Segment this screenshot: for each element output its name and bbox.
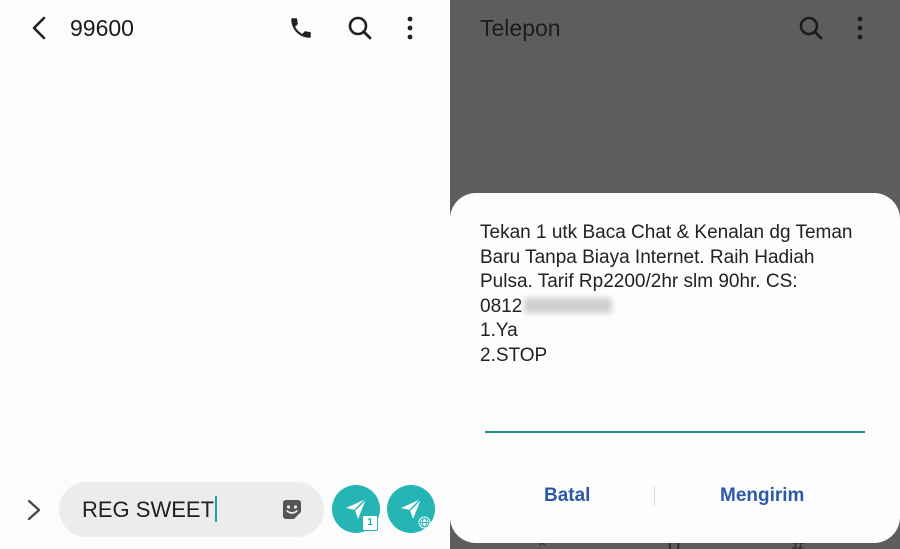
option-stop: 2.STOP	[480, 344, 548, 366]
search-icon[interactable]	[347, 15, 373, 41]
messages-screen: 99600 REG SWEET 1	[0, 0, 450, 549]
ussd-message-line: Baru Tanpa Biaya Internet. Raih Hadiah	[480, 246, 815, 268]
conversation-title: 99600	[70, 15, 134, 41]
globe-badge-icon	[418, 516, 431, 529]
redacted-number	[524, 297, 613, 313]
ussd-message: Tekan 1 utk Baca Chat & Kenalan dg Teman…	[480, 221, 880, 368]
send-chat-button[interactable]	[387, 485, 435, 533]
cs-number: 0812	[480, 295, 523, 317]
cancel-button[interactable]: Batal	[544, 484, 590, 508]
phone-app-title: Telepon	[480, 15, 561, 41]
more-options-icon[interactable]	[848, 15, 872, 41]
send-button[interactable]: Mengirim	[720, 484, 804, 508]
expand-chevron-icon[interactable]	[24, 497, 44, 523]
message-input-text: REG SWEET	[82, 497, 215, 522]
search-icon[interactable]	[798, 15, 824, 41]
option-yes: 1.Ya	[480, 320, 518, 341]
back-arrow-icon[interactable]	[26, 14, 54, 42]
ussd-message-line: Tekan 1 utk Baca Chat & Kenalan dg Teman	[480, 222, 853, 243]
message-input[interactable]: REG SWEET	[59, 482, 324, 537]
reply-input[interactable]	[485, 431, 865, 433]
phone-call-icon[interactable]	[288, 15, 314, 41]
phone-screen: Telepon * 0 # Tekan 1 utk Baca Chat & Ke…	[450, 0, 900, 549]
ussd-message-line: Pulsa. Tarif Rp2200/2hr slm 90hr. CS:	[480, 271, 798, 292]
sim1-badge: 1	[362, 515, 378, 531]
ussd-dialog: Tekan 1 utk Baca Chat & Kenalan dg Teman…	[450, 193, 900, 543]
button-divider	[654, 486, 655, 506]
sticker-icon[interactable]	[279, 497, 305, 523]
text-caret	[215, 496, 218, 522]
send-sim1-button[interactable]: 1	[332, 485, 380, 533]
more-options-icon[interactable]	[398, 15, 422, 41]
